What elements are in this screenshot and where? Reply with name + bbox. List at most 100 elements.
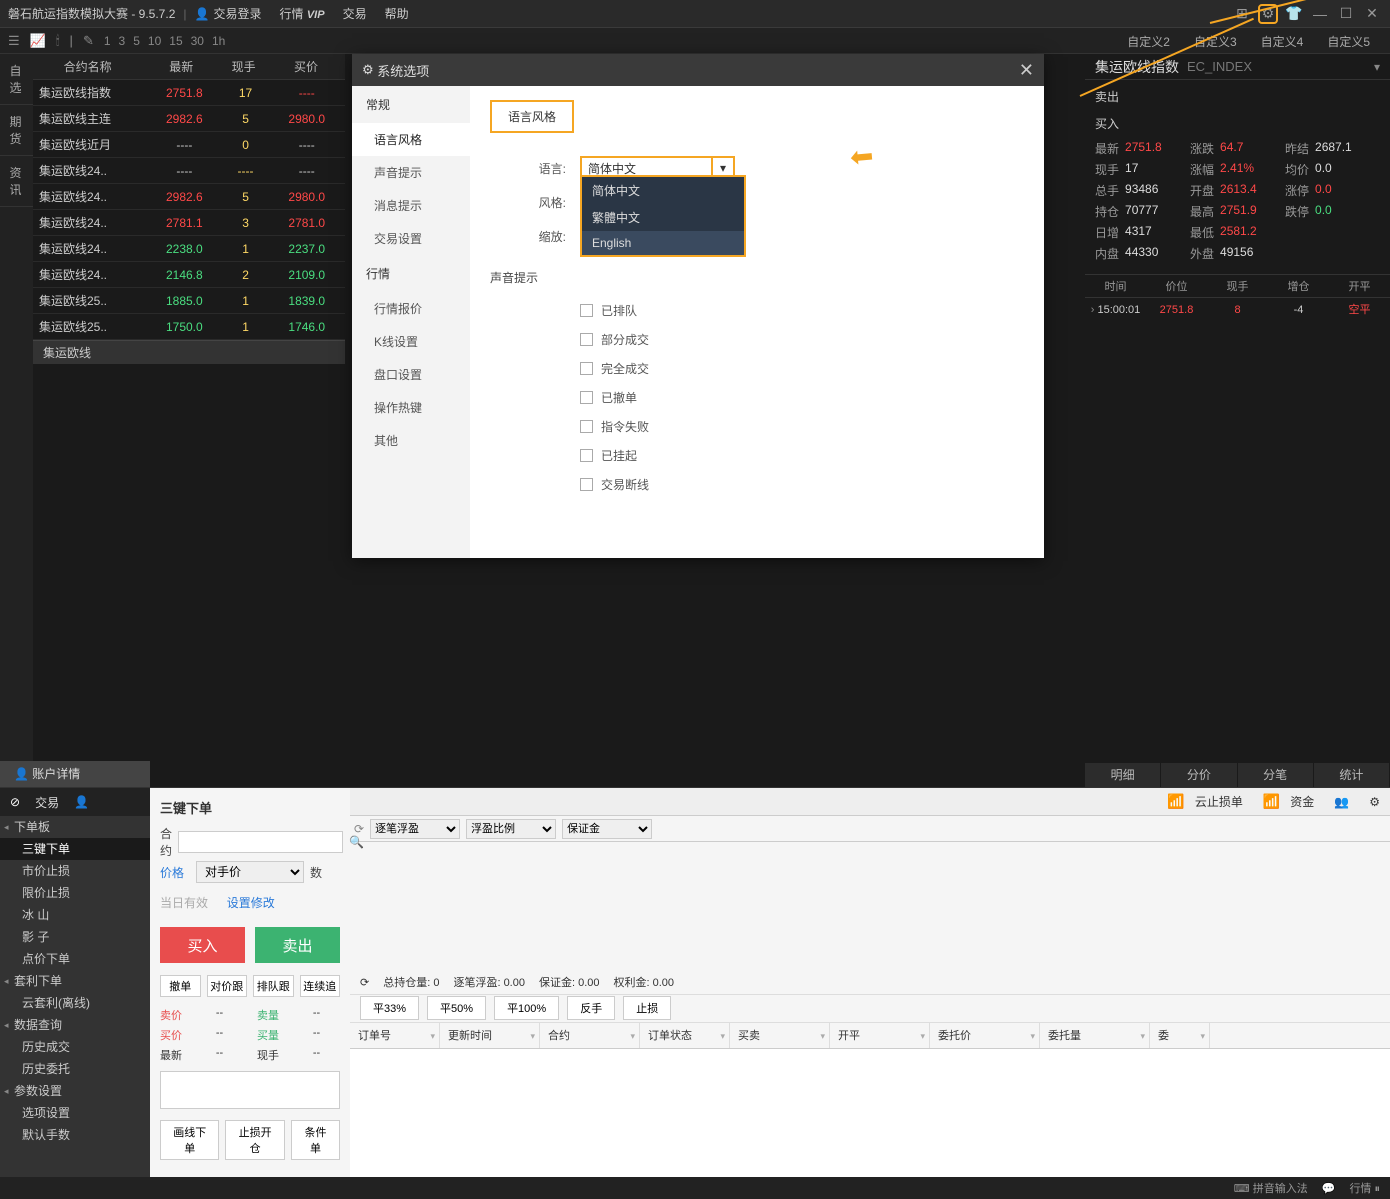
grid-col[interactable]: 订单状态 xyxy=(640,1023,730,1048)
rail-watchlist[interactable]: 自选 xyxy=(0,54,33,105)
stop[interactable]: 止损 xyxy=(623,996,671,1020)
nav-item[interactable]: 历史成交 xyxy=(0,1036,150,1058)
note-input[interactable] xyxy=(160,1071,340,1109)
nav-item[interactable]: 市价止损 xyxy=(0,860,150,882)
chat-icon[interactable]: 💬 xyxy=(1322,1182,1336,1195)
ime-icon[interactable]: ⌨ 拼音输入法 xyxy=(1234,1180,1308,1196)
rail-futures[interactable]: 期货 xyxy=(0,105,33,156)
reverse[interactable]: 反手 xyxy=(567,996,615,1020)
sell-button[interactable]: 卖出 xyxy=(255,927,340,963)
quote-row[interactable]: 集运欧线24..2982.652980.0 xyxy=(33,184,345,210)
custom-tab-4[interactable]: 自定义4 xyxy=(1249,27,1316,54)
close50[interactable]: 平50% xyxy=(427,996,486,1020)
theme-icon[interactable]: 👕 xyxy=(1284,4,1304,24)
sound-check[interactable]: 部分成交 xyxy=(490,325,1024,354)
grid-col[interactable]: 更新时间 xyxy=(440,1023,540,1048)
quote-row[interactable]: 集运欧线指数2751.817---- xyxy=(33,80,345,106)
nav-item[interactable]: 影 子 xyxy=(0,926,150,948)
filter-1[interactable]: 逐笔浮盈 xyxy=(370,819,460,839)
grid-col[interactable]: 委 xyxy=(1150,1023,1210,1048)
nav-item[interactable]: 默认手数 xyxy=(0,1124,150,1146)
user-icon[interactable]: 👤 xyxy=(74,795,89,809)
nav-item[interactable]: 选项设置 xyxy=(0,1102,150,1124)
nav-item[interactable]: 参数设置 xyxy=(0,1080,150,1102)
lang-style-tab[interactable]: 语言风格 xyxy=(490,100,574,133)
group-icon[interactable]: 👥 xyxy=(1334,795,1349,809)
filter-3[interactable]: 保证金 xyxy=(562,819,652,839)
quote-row[interactable]: 集运欧线25..1885.011839.0 xyxy=(33,288,345,314)
grid-col[interactable]: 买卖 xyxy=(730,1023,830,1048)
quote-row[interactable]: 集运欧线24..2238.012237.0 xyxy=(33,236,345,262)
chase-button[interactable]: 连续追 xyxy=(300,975,341,997)
draw-order[interactable]: 画线下单 xyxy=(160,1120,219,1160)
quote-row[interactable]: 集运欧线近月----0---- xyxy=(33,132,345,158)
price-select[interactable]: 对手价 xyxy=(196,861,304,883)
custom-tab-2[interactable]: 自定义2 xyxy=(1115,27,1182,54)
modify-link[interactable]: 设置修改 xyxy=(227,894,275,911)
menu-quote[interactable]: 行情 VIP xyxy=(279,5,324,22)
detail-tab[interactable]: 分价 xyxy=(1161,763,1237,787)
grid-col[interactable]: 委托价 xyxy=(930,1023,1040,1048)
close-icon[interactable]: ✕ xyxy=(1362,4,1382,24)
contract-input[interactable] xyxy=(178,831,343,853)
cond-order[interactable]: 条件单 xyxy=(291,1120,340,1160)
nav-item[interactable]: 历史委托 xyxy=(0,1058,150,1080)
list-icon[interactable]: ☰ xyxy=(8,33,20,49)
sound-check[interactable]: 已挂起 xyxy=(490,441,1024,470)
candle-icon[interactable]: 🕯 xyxy=(56,33,60,49)
quote-row[interactable]: 集运欧线主连2982.652980.0 xyxy=(33,106,345,132)
sound-check[interactable]: 已排队 xyxy=(490,296,1024,325)
chart-icon[interactable]: 📈 xyxy=(30,33,46,49)
nav-item[interactable]: 云套利(离线) xyxy=(0,992,150,1014)
filter-2[interactable]: 浮盈比例 xyxy=(466,819,556,839)
lang-option[interactable]: English xyxy=(582,231,744,255)
menu-trade[interactable]: 交易 xyxy=(343,5,367,22)
quote-row[interactable]: 集运欧线24..------------ xyxy=(33,158,345,184)
close33[interactable]: 平33% xyxy=(360,996,419,1020)
nav-item[interactable]: 三键下单 xyxy=(0,838,150,860)
dialog-close[interactable]: ✕ xyxy=(1019,60,1034,81)
detail-tab[interactable]: 明细 xyxy=(1085,763,1161,787)
sound-check[interactable]: 交易断线 xyxy=(490,470,1024,499)
custom-tab-3[interactable]: 自定义3 xyxy=(1182,27,1249,54)
account-detail[interactable]: 👤 账户详情 xyxy=(0,761,150,787)
nav-item[interactable]: 限价止损 xyxy=(0,882,150,904)
nav-item[interactable]: 冰 山 xyxy=(0,904,150,926)
grid-col[interactable]: 开平 xyxy=(830,1023,930,1048)
grid-col[interactable]: 订单号 xyxy=(350,1023,440,1048)
login-link[interactable]: 交易登录 xyxy=(213,5,261,22)
quote-row[interactable]: 集运欧线24..2146.822109.0 xyxy=(33,262,345,288)
nav-item[interactable]: 点价下单 xyxy=(0,948,150,970)
nav-item[interactable]: 数据查询 xyxy=(0,1014,150,1036)
menu-help[interactable]: 帮助 xyxy=(385,5,409,22)
lang-option[interactable]: 繁體中文 xyxy=(582,204,744,231)
quote-status[interactable]: 行情 ⏸ xyxy=(1349,1180,1380,1196)
detail-tab[interactable]: 统计 xyxy=(1314,763,1390,787)
refresh-icon[interactable]: ⟳ xyxy=(360,976,369,989)
quote-bottom-tab[interactable]: 集运欧线 xyxy=(33,340,345,364)
search-icon[interactable]: 🔍 xyxy=(349,835,364,849)
rail-news[interactable]: 资讯 xyxy=(0,156,33,207)
nav-item[interactable]: 下单板 xyxy=(0,816,150,838)
stop-open[interactable]: 止损开仓 xyxy=(225,1120,284,1160)
cancel-button[interactable]: 撤单 xyxy=(160,975,201,997)
sound-check[interactable]: 完全成交 xyxy=(490,354,1024,383)
quote-row[interactable]: 集运欧线24..2781.132781.0 xyxy=(33,210,345,236)
sound-check[interactable]: 已撤单 xyxy=(490,383,1024,412)
follow-opp[interactable]: 对价跟 xyxy=(207,975,248,997)
nav-item[interactable]: 套利下单 xyxy=(0,970,150,992)
minimize-icon[interactable]: — xyxy=(1310,4,1330,24)
buy-button[interactable]: 买入 xyxy=(160,927,245,963)
close100[interactable]: 平100% xyxy=(494,996,559,1020)
dropdown-icon[interactable]: ▾ xyxy=(1374,60,1380,74)
grid-col[interactable]: 委托量 xyxy=(1040,1023,1150,1048)
detail-tab[interactable]: 分笔 xyxy=(1238,763,1314,787)
maximize-icon[interactable]: ☐ xyxy=(1336,4,1356,24)
sound-check[interactable]: 指令失败 xyxy=(490,412,1024,441)
custom-tab-5[interactable]: 自定义5 xyxy=(1315,27,1382,54)
follow-queue[interactable]: 排队跟 xyxy=(253,975,294,997)
refresh-icon[interactable]: ⟳ xyxy=(354,822,364,836)
quote-row[interactable]: 集运欧线25..1750.011746.0 xyxy=(33,314,345,340)
lang-option[interactable]: 简体中文 xyxy=(582,177,744,204)
draw-icon[interactable]: ✎ xyxy=(83,33,94,49)
